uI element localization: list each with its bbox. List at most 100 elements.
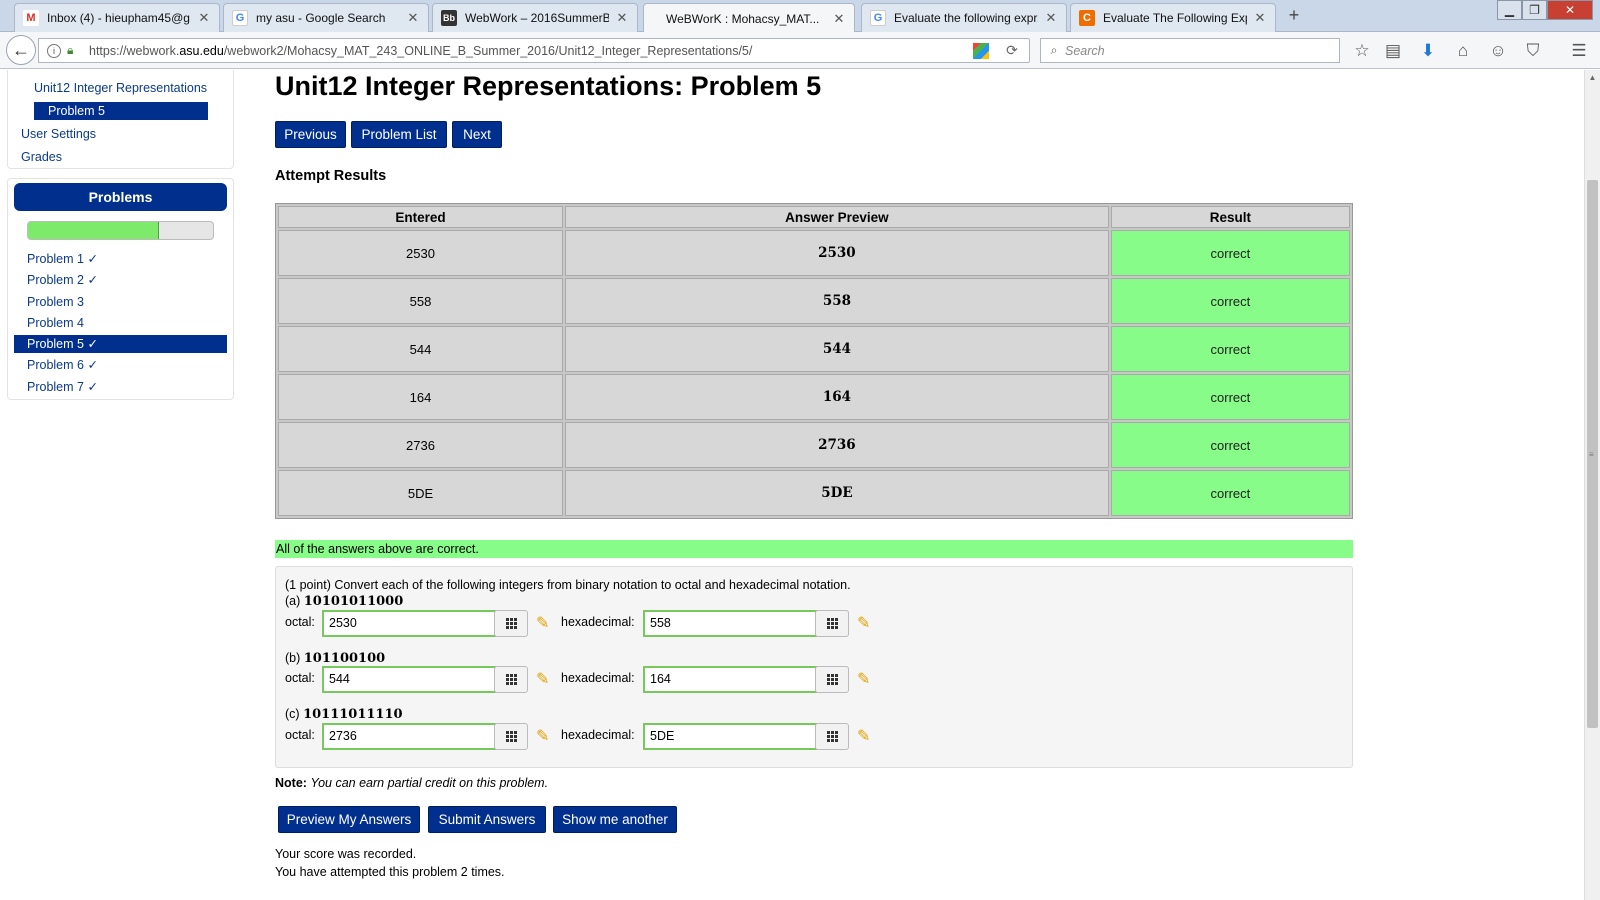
search-placeholder: Search [1065,43,1105,58]
close-icon[interactable]: ✕ [406,10,420,26]
part-b-hex-input[interactable]: 164 [643,666,817,693]
table-row: 558 558 correct [278,278,1350,324]
grid-icon [826,618,838,629]
problem-list-button[interactable]: Problem List [351,121,447,148]
grid-icon [505,618,517,629]
search-bar[interactable]: ⌕ Search [1040,38,1340,63]
sidebar-link-grades[interactable]: Grades [21,150,62,164]
result-cell: correct [1110,278,1350,324]
attempts-message: You have attempted this problem 2 times. [275,865,505,879]
equation-editor-button[interactable] [494,666,528,693]
menu-icon[interactable]: ☰ [1568,40,1590,62]
google-icon: G [870,10,886,26]
home-icon[interactable]: ⌂ [1452,40,1474,62]
close-icon[interactable]: ✕ [1253,10,1267,26]
browser-tab-blackboard[interactable]: Bb WebWork – 2016SummerB... ✕ [432,3,638,32]
maximize-button[interactable]: ❐ [1522,0,1547,20]
window-close-button[interactable]: ✕ [1547,0,1593,20]
problem-list-item-1[interactable]: Problem 1 ✓ [14,250,227,268]
browser-tab-chegg[interactable]: C Evaluate The Following Exp... ✕ [1070,3,1276,32]
part-c-answer-row: octal: 2736 ✎ hexadecimal: 5DE ✎ [285,723,885,751]
google-icon: G [232,10,248,26]
equation-editor-button[interactable] [815,666,849,693]
note-label: Note: [275,776,307,790]
scroll-up-icon[interactable]: ▲ [1585,70,1600,86]
problem-list-item-3[interactable]: Problem 3 [14,293,227,311]
downloads-icon[interactable]: ⬇ [1417,40,1439,62]
reading-list-icon[interactable]: ▤ [1382,40,1404,62]
partial-credit-note: Note: You can earn partial credit on thi… [275,776,548,790]
entered-cell: 2530 [278,230,563,276]
tab-label: Inbox (4) - hieupham45@g... [47,11,191,25]
entered-cell: 5DE [278,470,563,516]
equation-editor-button[interactable] [494,723,528,750]
browser-tab-evaluate-google[interactable]: G Evaluate the following expr... ✕ [861,3,1067,32]
part-b-answer-row: octal: 544 ✎ hexadecimal: 164 ✎ [285,666,885,694]
new-tab-button[interactable]: + [1283,4,1305,28]
part-c-hex-input[interactable]: 5DE [643,723,817,750]
tab-label: Evaluate the following expr... [894,11,1038,25]
site-extension-icon[interactable] [973,42,989,59]
entered-cell: 164 [278,374,563,420]
pencil-icon[interactable]: ✎ [857,726,877,746]
equation-editor-button[interactable] [494,610,528,637]
url-bar[interactable]: i 🔒︎ https://webwork.asu.edu/webwork2/Mo… [38,38,1030,63]
sidebar-link-user-settings[interactable]: User Settings [21,127,96,141]
close-icon[interactable]: ✕ [832,11,846,27]
close-icon[interactable]: ✕ [197,10,211,26]
problem-list-item-2[interactable]: Problem 2 ✓ [14,271,227,289]
pencil-icon[interactable]: ✎ [536,669,556,689]
sidebar-link-unit12[interactable]: Unit12 Integer Representations [34,81,207,95]
browser-tab-gmail[interactable]: M Inbox (4) - hieupham45@g... ✕ [14,3,220,32]
reload-icon[interactable]: ⟳ [1001,42,1023,59]
part-b-octal-input[interactable]: 544 [322,666,496,693]
problem-list-item-4[interactable]: Problem 4 [14,314,227,332]
part-a-octal-input[interactable]: 2530 [322,610,496,637]
preview-cell: 544 [564,326,1109,372]
next-button[interactable]: Next [452,121,502,148]
equation-editor-button[interactable] [815,610,849,637]
tab-label: my asu - Google Search [256,11,386,25]
progress-fill [28,222,160,239]
browser-tab-google-search[interactable]: G my asu - Google Search ✕ [223,3,429,32]
page-title: Unit12 Integer Representations: Problem … [275,71,822,101]
table-row: 5DE 5DE correct [278,470,1350,516]
problem-list-item-5[interactable]: Problem 5 ✓ [14,335,227,353]
problem-list-item-7[interactable]: Problem 7 ✓ [14,378,227,396]
close-icon[interactable]: ✕ [615,10,629,26]
all-correct-message: All of the answers above are correct. [275,540,1353,558]
browser-tab-bar: M Inbox (4) - hieupham45@g... ✕ G my asu… [0,0,1600,33]
sidebar-link-problem-5[interactable]: Problem 5 [34,102,208,120]
chat-icon[interactable]: ☺ [1487,40,1509,62]
grid-icon [505,731,517,742]
page-scrollbar[interactable]: ▲ ≡ [1584,70,1600,900]
pocket-icon[interactable]: ⛉ [1522,40,1544,62]
preview-answers-button[interactable]: Preview My Answers [278,806,420,833]
problem-list-item-6[interactable]: Problem 6 ✓ [14,356,227,374]
bookmark-star-icon[interactable]: ☆ [1351,40,1373,62]
preview-cell: 164 [564,374,1109,420]
table-row: 2530 2530 correct [278,230,1350,276]
pencil-icon[interactable]: ✎ [857,669,877,689]
preview-cell: 558 [564,278,1109,324]
score-recorded-message: Your score was recorded. [275,847,417,861]
equation-editor-button[interactable] [815,723,849,750]
part-c-octal-input[interactable]: 2736 [322,723,496,750]
column-header-result: Result [1110,206,1350,228]
search-icon: ⌕ [1050,43,1058,57]
pencil-icon[interactable]: ✎ [536,726,556,746]
back-button[interactable]: ← [6,35,36,65]
info-icon[interactable]: i [47,43,61,58]
close-icon[interactable]: ✕ [1044,10,1058,26]
previous-button[interactable]: Previous [275,121,346,148]
browser-tab-webwork-active[interactable]: WeBWorK : Mohacsy_MAT... ✕ [643,3,855,33]
submit-answers-button[interactable]: Submit Answers [428,806,546,833]
pencil-icon[interactable]: ✎ [536,613,556,633]
show-me-another-button[interactable]: Show me another [553,806,677,833]
minimize-button[interactable]: ▁ [1497,0,1522,20]
chegg-icon: C [1079,10,1095,26]
part-a-hex-input[interactable]: 558 [643,610,817,637]
octal-label: octal: [285,728,315,742]
part-a-prompt: (a) 10101011000 [285,594,404,609]
pencil-icon[interactable]: ✎ [857,613,877,633]
